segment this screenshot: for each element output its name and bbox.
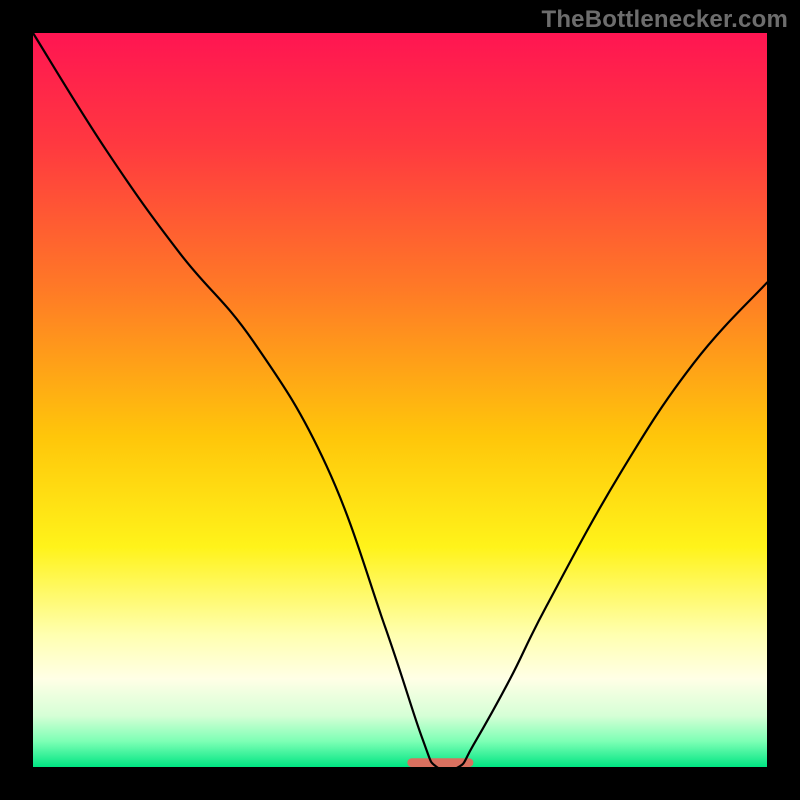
bottleneck-chart: [0, 0, 800, 800]
watermark-text: TheBottleneсker.com: [541, 6, 788, 34]
plot-background: [33, 33, 767, 767]
chart-frame: TheBottleneсker.com: [0, 0, 800, 800]
